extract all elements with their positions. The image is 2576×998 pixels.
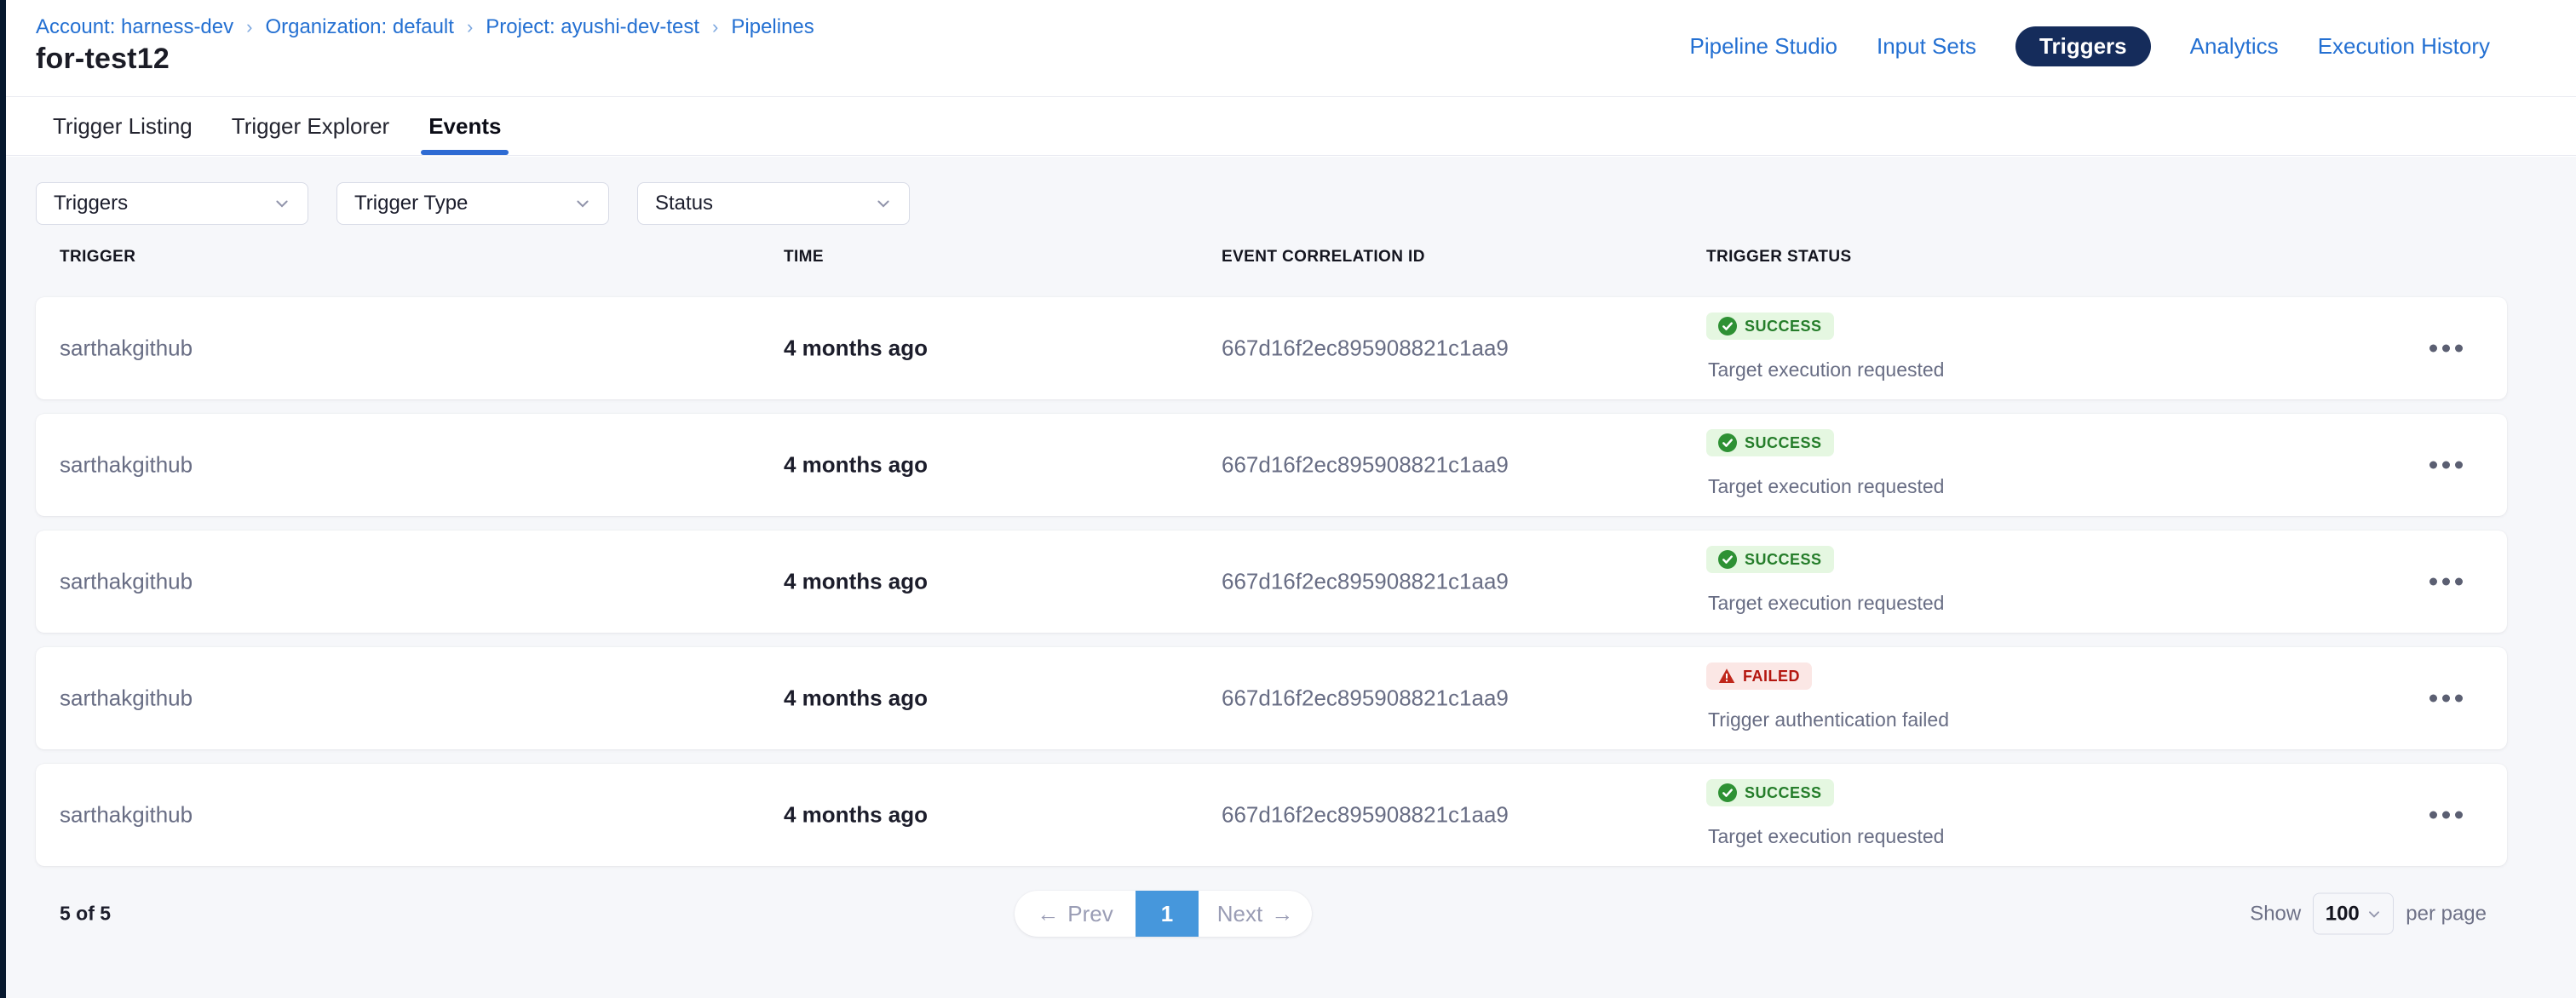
page-size-value: 100 (2326, 902, 2360, 926)
row-menu-button[interactable] (2423, 571, 2470, 593)
triggers-filter-label: Triggers (54, 192, 128, 215)
row-menu-button[interactable] (2423, 455, 2470, 476)
status-badge: SUCCESS (1706, 546, 1834, 573)
nav-pipeline-studio[interactable]: Pipeline Studio (1690, 33, 1837, 60)
status-message: Target execution requested (1708, 592, 1944, 615)
event-time: 4 months ago (784, 452, 928, 479)
nav-analytics[interactable]: Analytics (2190, 33, 2279, 60)
table-row: sarthakgithub 4 months ago 667d16f2ec895… (36, 297, 2507, 399)
chevron-down-icon (2366, 906, 2382, 921)
status-filter-dropdown[interactable]: Status (637, 182, 910, 225)
check-circle-icon (1718, 550, 1737, 569)
chevron-down-icon (574, 195, 591, 212)
breadcrumb: Account: harness-dev › Organization: def… (36, 15, 814, 39)
table-header: TRIGGER TIME EVENT CORRELATION ID TRIGGE… (36, 248, 2507, 268)
chevron-down-icon (875, 195, 892, 212)
breadcrumb-separator: › (712, 16, 718, 38)
trigger-name: sarthakgithub (60, 336, 193, 362)
row-menu-button[interactable] (2423, 805, 2470, 826)
table-row: sarthakgithub 4 months ago 667d16f2ec895… (36, 414, 2507, 516)
warning-triangle-icon (1718, 668, 1735, 685)
arrow-left-icon: ← (1037, 903, 1059, 925)
event-time: 4 months ago (784, 802, 928, 829)
status-filter-label: Status (655, 192, 713, 215)
check-circle-icon (1718, 783, 1737, 802)
events-content: Triggers Trigger Type Status TRIGGER TIM… (6, 157, 2576, 998)
table-row: sarthakgithub 4 months ago 667d16f2ec895… (36, 647, 2507, 749)
column-header-trigger: TRIGGER (60, 248, 135, 267)
status-label: SUCCESS (1745, 784, 1822, 802)
breadcrumb-account[interactable]: Account: harness-dev (36, 15, 233, 39)
breadcrumb-separator: › (246, 16, 252, 38)
event-time: 4 months ago (784, 685, 928, 712)
chevron-down-icon (273, 195, 290, 212)
page-size-control: Show 100 per page (2250, 893, 2487, 935)
column-header-trigger-status: TRIGGER STATUS (1706, 248, 1852, 267)
next-page-button[interactable]: Next → (1199, 891, 1312, 937)
show-label: Show (2250, 902, 2301, 926)
trigger-name: sarthakgithub (60, 802, 193, 829)
tab-trigger-listing[interactable]: Trigger Listing (53, 97, 193, 155)
per-page-label: per page (2406, 902, 2487, 926)
table-row: sarthakgithub 4 months ago 667d16f2ec895… (36, 531, 2507, 633)
trigger-type-filter-label: Trigger Type (354, 192, 468, 215)
event-correlation-id: 667d16f2ec895908821c1aa9 (1222, 336, 1509, 362)
breadcrumb-organization[interactable]: Organization: default (265, 15, 453, 39)
pipeline-nav: Pipeline Studio Input Sets Triggers Anal… (1690, 26, 2491, 66)
status-badge: SUCCESS (1706, 313, 1834, 340)
trigger-name: sarthakgithub (60, 685, 193, 712)
trigger-name: sarthakgithub (60, 452, 193, 479)
breadcrumb-pipelines[interactable]: Pipelines (731, 15, 814, 39)
check-circle-icon (1718, 433, 1737, 452)
page-1-button[interactable]: 1 (1136, 891, 1199, 937)
tab-trigger-explorer[interactable]: Trigger Explorer (232, 97, 389, 155)
table-row: sarthakgithub 4 months ago 667d16f2ec895… (36, 764, 2507, 866)
arrow-right-icon: → (1271, 903, 1293, 925)
nav-input-sets[interactable]: Input Sets (1877, 33, 1976, 60)
page-size-select[interactable]: 100 (2313, 893, 2394, 935)
check-circle-icon (1718, 317, 1737, 336)
column-header-correlation-id: EVENT CORRELATION ID (1222, 248, 1425, 267)
prev-page-button[interactable]: ← Prev (1015, 891, 1136, 937)
next-label: Next (1217, 901, 1262, 927)
status-label: SUCCESS (1745, 551, 1822, 569)
nav-execution-history[interactable]: Execution History (2318, 33, 2490, 60)
events-table: sarthakgithub 4 months ago 667d16f2ec895… (36, 297, 2576, 866)
status-badge: FAILED (1706, 662, 1812, 690)
pagination-controls: ← Prev 1 Next → (1015, 891, 1312, 937)
status-message: Target execution requested (1708, 825, 1944, 848)
breadcrumb-project[interactable]: Project: ayushi-dev-test (486, 15, 699, 39)
status-label: SUCCESS (1745, 434, 1822, 452)
filters-row: Triggers Trigger Type Status (36, 182, 2576, 225)
sidebar-edge (0, 0, 6, 998)
column-header-time: TIME (784, 248, 824, 267)
event-correlation-id: 667d16f2ec895908821c1aa9 (1222, 802, 1509, 829)
tabs-bar: Trigger Listing Trigger Explorer Events (6, 96, 2576, 156)
status-badge: SUCCESS (1706, 779, 1834, 806)
status-message: Target execution requested (1708, 475, 1944, 498)
event-correlation-id: 667d16f2ec895908821c1aa9 (1222, 685, 1509, 712)
event-time: 4 months ago (784, 336, 928, 362)
tab-events[interactable]: Events (428, 97, 501, 155)
row-menu-button[interactable] (2423, 338, 2470, 359)
triggers-filter-dropdown[interactable]: Triggers (36, 182, 308, 225)
status-label: SUCCESS (1745, 318, 1822, 336)
page-title: for-test12 (36, 43, 170, 76)
status-message: Trigger authentication failed (1708, 708, 1949, 731)
prev-label: Prev (1067, 901, 1113, 927)
status-label: FAILED (1743, 668, 1800, 685)
trigger-type-filter-dropdown[interactable]: Trigger Type (336, 182, 609, 225)
event-correlation-id: 667d16f2ec895908821c1aa9 (1222, 569, 1509, 595)
breadcrumb-separator: › (467, 16, 473, 38)
results-summary: 5 of 5 (60, 903, 111, 926)
page-header: Account: harness-dev › Organization: def… (6, 0, 2576, 96)
row-menu-button[interactable] (2423, 688, 2470, 709)
event-correlation-id: 667d16f2ec895908821c1aa9 (1222, 452, 1509, 479)
pagination-footer: 5 of 5 ← Prev 1 Next → Show 100 per page (36, 891, 2507, 937)
status-message: Target execution requested (1708, 358, 1944, 381)
status-badge: SUCCESS (1706, 429, 1834, 456)
nav-triggers[interactable]: Triggers (2015, 26, 2151, 66)
trigger-name: sarthakgithub (60, 569, 193, 595)
event-time: 4 months ago (784, 569, 928, 595)
